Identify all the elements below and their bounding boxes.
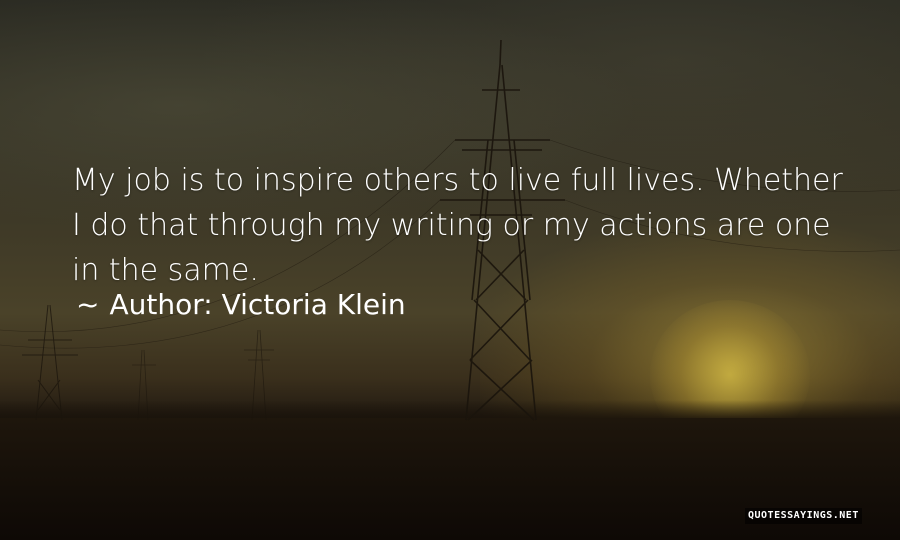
left-pylon xyxy=(22,304,78,421)
distant-pylon xyxy=(244,329,274,421)
quote-line-3: in the same. xyxy=(72,253,259,288)
quote-line-1: My job is to inspire others to live full… xyxy=(72,163,843,198)
quote-line-2: I do that through my writing or my actio… xyxy=(72,208,831,243)
far-pylon xyxy=(132,349,156,421)
quote-image: My job is to inspire others to live full… xyxy=(0,0,900,540)
site-watermark: QUOTESSAYINGS.NET xyxy=(745,508,862,524)
author-name: Author: Victoria Klein xyxy=(109,288,406,321)
author-attribution: ~ Author: Victoria Klein xyxy=(76,287,406,323)
quote-text: My job is to inspire others to live full… xyxy=(72,158,852,293)
tilde-prefix: ~ xyxy=(76,288,100,321)
